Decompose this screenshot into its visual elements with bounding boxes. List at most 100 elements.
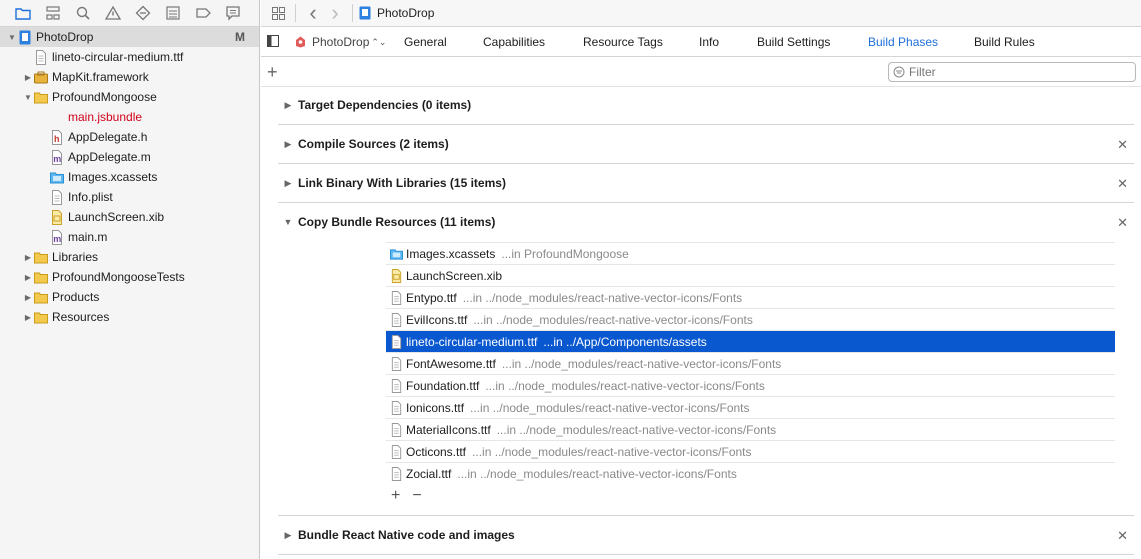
tree-item-label: Libraries	[52, 250, 99, 264]
folder-icon	[34, 250, 48, 265]
back-button[interactable]: ‹	[302, 0, 324, 25]
tree-item[interactable]: m AppDelegate.m	[0, 147, 259, 167]
build-phase-header[interactable]: ▶ Bundle React Native code and images ✕	[278, 516, 1134, 554]
tree-item[interactable]: LaunchScreen.xib	[0, 207, 259, 227]
tree-item[interactable]: Info.plist	[0, 187, 259, 207]
related-items-button[interactable]	[267, 2, 289, 24]
build-phase: ▶ Bundle React Native code and images ✕	[278, 516, 1134, 555]
jump-bar-separator	[352, 4, 353, 22]
breakpoint-navigator-tab[interactable]	[188, 0, 218, 26]
file-row[interactable]: MaterialIcons.ttf ...in ../node_modules/r…	[386, 418, 1115, 440]
disclosure-closed-icon[interactable]: ▶	[22, 291, 34, 303]
delete-phase-close-icon[interactable]: ✕	[1117, 137, 1128, 153]
build-phase-header[interactable]: ▶ Link Binary With Libraries (15 items) ✕	[278, 164, 1134, 202]
file-path: ...in ../node_modules/react-native-vecto…	[470, 400, 750, 415]
filter-field[interactable]	[888, 62, 1136, 82]
jump-bar-title[interactable]: PhotoDrop	[377, 6, 434, 20]
copy-bundle-resources-list: Images.xcassets ...in ProfoundMongoose Lau…	[386, 242, 1115, 484]
header-icon: h	[50, 129, 64, 145]
file-row[interactable]: Zocial.ttf ...in ../node_modules/react-na…	[386, 462, 1115, 484]
forward-button[interactable]: ›	[324, 0, 346, 25]
file-path: ...in ../node_modules/react-native-vecto…	[473, 312, 753, 327]
folder-icon	[34, 310, 48, 325]
tree-item[interactable]: ▶ ProfoundMongooseTests	[0, 267, 259, 287]
delete-phase-close-icon[interactable]: ✕	[1117, 215, 1128, 231]
show-targets-toggle[interactable]	[267, 35, 279, 50]
tree-item[interactable]: ▼ PhotoDrop M	[0, 27, 259, 47]
file-path: ...in ../node_modules/react-native-vecto…	[501, 356, 782, 371]
find-navigator-tab[interactable]	[68, 0, 98, 26]
tab-build-phases[interactable]: Build Phases	[868, 35, 938, 49]
test-navigator-tab[interactable]	[128, 0, 158, 26]
tree-item[interactable]: h AppDelegate.h	[0, 127, 259, 147]
file-row[interactable]: Images.xcassets ...in ProfoundMongoose	[386, 242, 1115, 264]
disclosure-closed-icon[interactable]: ▶	[22, 311, 34, 323]
tree-item[interactable]: ▶ Libraries	[0, 247, 259, 267]
disclosure-closed-icon[interactable]: ▶	[278, 139, 298, 150]
file-row[interactable]: LaunchScreen.xib	[386, 264, 1115, 286]
delete-phase-close-icon[interactable]: ✕	[1117, 528, 1128, 544]
disclosure-open-icon[interactable]: ▼	[278, 217, 298, 227]
delete-phase-close-icon[interactable]: ✕	[1117, 176, 1128, 192]
tab-resource-tags[interactable]: Resource Tags	[583, 35, 663, 49]
file-row[interactable]: lineto-circular-medium.ttf ...in ../App/C…	[386, 330, 1115, 352]
tree-item[interactable]: Images.xcassets	[0, 167, 259, 187]
file-row[interactable]: FontAwesome.ttf ...in ../node_modules/rea…	[386, 352, 1115, 374]
issue-navigator-tab[interactable]	[98, 0, 128, 26]
file-icon	[390, 444, 402, 459]
disclosure-closed-icon[interactable]: ▶	[278, 178, 298, 189]
jump-bar-separator	[295, 4, 296, 22]
filter-input[interactable]	[909, 65, 1119, 79]
disclosure-open-icon[interactable]: ▼	[22, 91, 34, 103]
disclosure-closed-icon[interactable]: ▶	[22, 71, 34, 83]
add-file-button[interactable]: +	[391, 487, 400, 505]
build-phase-title: Target Dependencies (0 items)	[298, 98, 472, 112]
file-path: ...in ../node_modules/react-native-vecto…	[485, 378, 765, 393]
tree-item[interactable]: main.jsbundle	[0, 107, 259, 127]
disclosure-closed-icon[interactable]: ▶	[22, 271, 34, 283]
tree-item[interactable]: ▶ Products	[0, 287, 259, 307]
folder-icon	[34, 270, 48, 285]
report-navigator-tab[interactable]	[218, 0, 248, 26]
tree-item[interactable]: ▼ ProfoundMongoose	[0, 87, 259, 107]
tree-item-label: lineto-circular-medium.ttf	[52, 50, 184, 64]
file-row[interactable]: Foundation.ttf ...in ../node_modules/reac…	[386, 374, 1115, 396]
disclosure-closed-icon[interactable]: ▶	[278, 100, 298, 111]
tab-info[interactable]: Info	[699, 35, 719, 49]
disclosure-closed-icon[interactable]: ▶	[278, 530, 298, 541]
remove-file-button[interactable]: −	[412, 487, 421, 505]
build-phase-header[interactable]: ▶ Compile Sources (2 items) ✕	[278, 125, 1134, 163]
tab-general[interactable]: General	[404, 35, 447, 49]
add-build-phase-button[interactable]: +	[267, 62, 281, 83]
target-selector[interactable]: PhotoDrop ⌃⌄	[295, 35, 386, 49]
tab-build-settings[interactable]: Build Settings	[757, 35, 830, 49]
file-icon	[34, 49, 48, 65]
file-row[interactable]: Ionicons.ttf ...in ../node_modules/react-…	[386, 396, 1115, 418]
tree-item[interactable]: ▶ Resources	[0, 307, 259, 327]
tab-build-rules[interactable]: Build Rules	[974, 35, 1035, 49]
tree-item-label: ProfoundMongooseTests	[52, 270, 185, 284]
tree-item[interactable]: m main.m	[0, 227, 259, 247]
tree-item[interactable]: lineto-circular-medium.ttf	[0, 47, 259, 67]
file-icon	[390, 290, 402, 305]
build-phase-header[interactable]: ▶ Target Dependencies (0 items)	[278, 86, 1134, 124]
tree-item[interactable]: ▶ MapKit.framework	[0, 67, 259, 87]
disclosure-open-icon[interactable]: ▼	[6, 31, 18, 43]
file-path: ...in ProfoundMongoose	[501, 246, 629, 261]
tab-capabilities[interactable]: Capabilities	[483, 35, 545, 49]
debug-navigator-tab[interactable]	[158, 0, 188, 26]
file-row[interactable]: Octicons.ttf ...in ../node_modules/react-…	[386, 440, 1115, 462]
tree-item-label: AppDelegate.m	[68, 150, 151, 164]
project-navigator-tab[interactable]	[8, 0, 38, 26]
disclosure-closed-icon[interactable]: ▶	[22, 251, 34, 263]
file-row[interactable]: EvilIcons.ttf ...in ../node_modules/react…	[386, 308, 1115, 330]
file-path: ...in ../node_modules/react-native-vecto…	[462, 290, 743, 305]
file-row[interactable]: Entypo.ttf ...in ../node_modules/react-na…	[386, 286, 1115, 308]
symbol-navigator-tab[interactable]	[38, 0, 68, 26]
build-phase-header[interactable]: ▼ Copy Bundle Resources (11 items) ✕	[278, 203, 1134, 241]
tree-item-label: Products	[52, 290, 100, 304]
